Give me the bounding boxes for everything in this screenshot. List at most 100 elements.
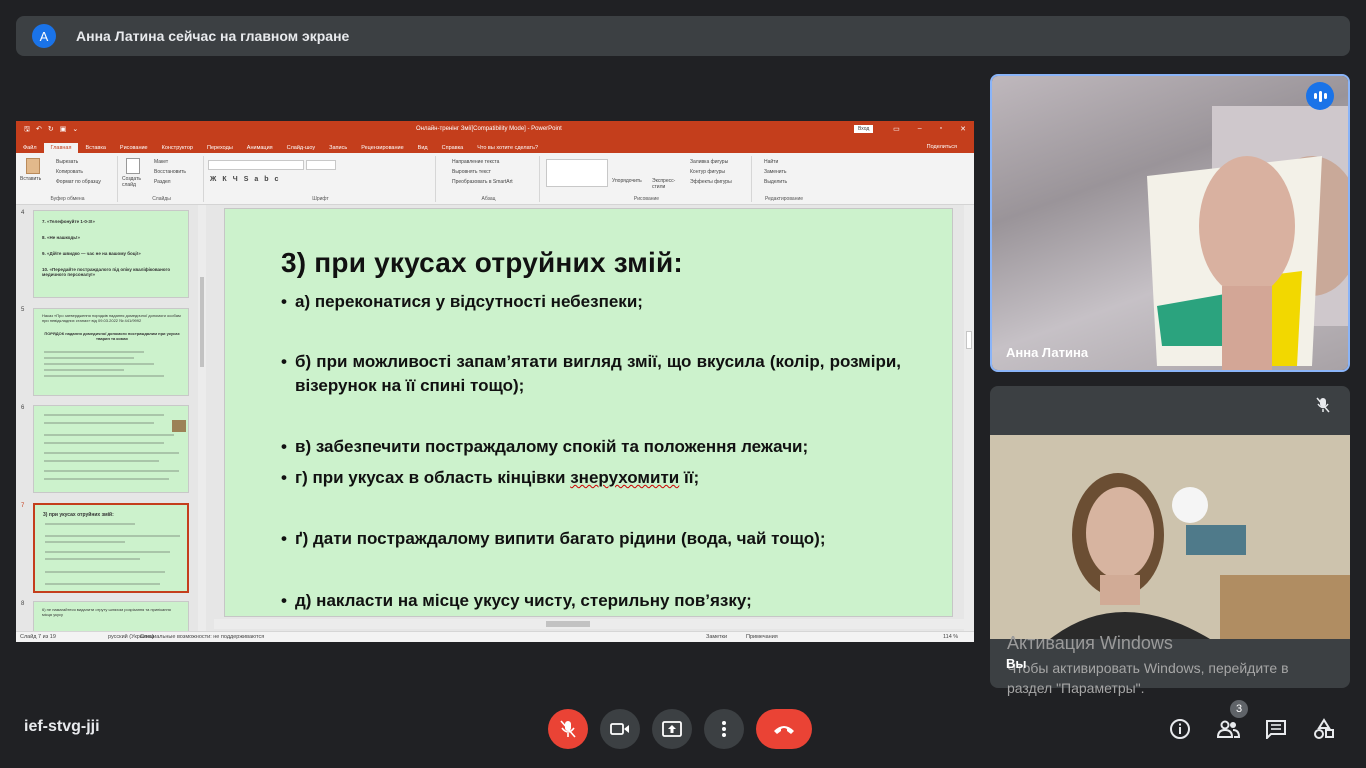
chat-button[interactable] [1261, 714, 1291, 744]
thumb-slide-7[interactable]: 3) при укусах отруйних змій: [33, 503, 189, 593]
shared-screen: 🖫 ↶ ↻ ▣ ⌄ Онлайн-тренінг Змії[Compatibil… [16, 121, 974, 642]
group-label: Редактирование [764, 196, 804, 202]
group-label: Абзац [481, 196, 496, 202]
slide-counter: Слайд 7 из 19 [20, 634, 56, 640]
thumb-line [44, 351, 144, 353]
align-text-button[interactable]: Выровнять текст [452, 169, 491, 175]
horizontal-scrollbar[interactable] [214, 619, 964, 629]
tab-home[interactable]: Главная [43, 143, 79, 153]
zoom-level[interactable]: 114 % [943, 634, 958, 640]
hang-up-icon [774, 726, 794, 734]
current-slide[interactable]: 3) при укусах отруйних змій: • а) перекон… [224, 208, 953, 617]
thumbnails-scrollbar[interactable] [198, 205, 206, 631]
more-options-button[interactable] [704, 709, 744, 749]
font-family-select[interactable] [208, 160, 304, 170]
activities-button[interactable] [1309, 714, 1339, 744]
thumb-line [44, 460, 159, 462]
quick-styles-button[interactable]: Экспресс-стили [652, 178, 678, 190]
thumb-line [44, 363, 154, 365]
tab-design[interactable]: Конструктор [155, 143, 200, 153]
section-button[interactable]: Раздел [154, 179, 171, 185]
self-video-image [990, 435, 1350, 639]
text-direction-button[interactable]: Направление текста [452, 159, 499, 165]
editor-area: 4 7. «Телефонуйте 1-0-3!» 8. «Не нашкодь… [16, 205, 974, 641]
presenting-banner: A Анна Латина сейчас на главном экране [16, 16, 1350, 56]
shape-fill-button[interactable]: Заливка фигуры [690, 159, 728, 165]
camera-icon [610, 723, 629, 735]
presenter-tile[interactable]: Анна Латина [990, 74, 1350, 372]
find-button[interactable]: Найти [764, 159, 778, 165]
smartart-button[interactable]: Преобразовать в SmartArt [452, 179, 513, 185]
close-icon[interactable]: ✕ [960, 125, 966, 133]
thumb-slide-4[interactable]: 7. «Телефонуйте 1-0-3!» 8. «Не нашкодь!»… [33, 210, 189, 298]
paste-icon[interactable] [26, 158, 40, 174]
slide-bullet: • д) накласти на місце укусу чисту, стери… [281, 591, 752, 610]
font-format-buttons[interactable]: ЖКЧSabc [210, 176, 284, 183]
copy-button[interactable]: Копировать [56, 169, 83, 175]
select-button[interactable]: Выделить [764, 179, 787, 185]
replace-button[interactable]: Заменить [764, 169, 786, 175]
thumb-line [44, 478, 169, 480]
thumb-slide-5[interactable]: Наказ «Про затвердження порядків надання… [33, 308, 189, 396]
activation-text: Чтобы активировать Windows, перейдите в … [1007, 660, 1289, 696]
people-button[interactable] [1213, 714, 1243, 744]
meeting-code: ief-stvg-jji [24, 718, 100, 735]
layout-button[interactable]: Макет [154, 159, 168, 165]
slide-scrollbar[interactable] [964, 205, 974, 631]
maximize-icon[interactable]: ▫ [940, 125, 942, 133]
tab-help[interactable]: Справка [435, 143, 471, 153]
shapes-gallery[interactable] [546, 159, 608, 187]
font-size-select[interactable] [306, 160, 336, 170]
login-button[interactable]: Вход [854, 125, 874, 133]
tab-review[interactable]: Рецензирование [354, 143, 410, 153]
tab-transitions[interactable]: Переходы [200, 143, 240, 153]
ribbon: Вставить Вырезать Копировать Формат по о… [16, 153, 974, 205]
comments-button[interactable]: Примечания [746, 634, 778, 640]
drawing-group: Упорядочить Экспресс-стили Заливка фигур… [542, 156, 752, 202]
save-icon[interactable]: 🖫 [24, 125, 30, 136]
customize-quick-access-icon[interactable]: ⌄ [72, 125, 78, 136]
ribbon-display-icon[interactable]: ▭ [893, 125, 900, 133]
tab-slideshow[interactable]: Слайд-шоу [280, 143, 323, 153]
new-slide-icon[interactable] [126, 158, 140, 174]
reset-button[interactable]: Восстановить [154, 169, 186, 175]
accessibility-status[interactable]: Специальные возможности: не поддерживают… [140, 634, 264, 640]
slide-bullet: • б) при можливості запам’ятати вигляд зм… [281, 352, 901, 395]
thumb-text: 8. «Не нашкодь!» [42, 235, 80, 240]
tab-animations[interactable]: Анимация [240, 143, 280, 153]
thumb-slide-6[interactable] [33, 405, 189, 493]
share-button[interactable]: Поделиться [920, 142, 964, 152]
microphone-toggle-button[interactable] [548, 709, 588, 749]
thumb-text: 10. «Передайте постраждалого під опіку к… [42, 267, 171, 277]
shape-outline-button[interactable]: Контур фигуры [690, 169, 725, 175]
shape-effects-button[interactable]: Эффекты фигуры [690, 179, 732, 185]
tell-me-search[interactable]: Что вы хотите сделать? [470, 143, 545, 153]
start-from-beginning-icon[interactable]: ▣ [60, 125, 67, 136]
ppt-titlebar: 🖫 ↶ ↻ ▣ ⌄ Онлайн-тренінг Змії[Compatibil… [16, 121, 974, 140]
thumb-line [44, 442, 164, 444]
font-group: ЖКЧSabc Шрифт [206, 156, 436, 202]
camera-toggle-button[interactable] [600, 709, 640, 749]
minimize-icon[interactable]: – [918, 125, 922, 133]
thumb-line [44, 422, 154, 424]
leave-call-button[interactable] [756, 709, 812, 749]
new-slide-button[interactable]: Создать слайд [122, 176, 146, 188]
tab-file[interactable]: Файл [16, 143, 44, 153]
tab-view[interactable]: Вид [411, 143, 435, 153]
notes-button[interactable]: Заметки [706, 634, 727, 640]
redo-icon[interactable]: ↻ [48, 125, 54, 136]
paste-button[interactable]: Вставить [20, 176, 41, 182]
avatar: A [32, 24, 56, 48]
present-screen-button[interactable] [652, 709, 692, 749]
thumb-text: Наказ «Про затвердження порядків надання… [42, 313, 181, 323]
cut-button[interactable]: Вырезать [56, 159, 78, 165]
tab-insert[interactable]: Вставка [78, 143, 112, 153]
format-painter-button[interactable]: Формат по образцу [56, 179, 101, 185]
tab-draw[interactable]: Рисование [113, 143, 155, 153]
group-label: Шрифт [312, 196, 329, 202]
arrange-button[interactable]: Упорядочить [612, 178, 642, 184]
thumb-text: 3) при укусах отруйних змій: [43, 512, 114, 518]
tab-record[interactable]: Запись [322, 143, 354, 153]
undo-icon[interactable]: ↶ [36, 125, 42, 136]
meeting-details-button[interactable] [1165, 714, 1195, 744]
